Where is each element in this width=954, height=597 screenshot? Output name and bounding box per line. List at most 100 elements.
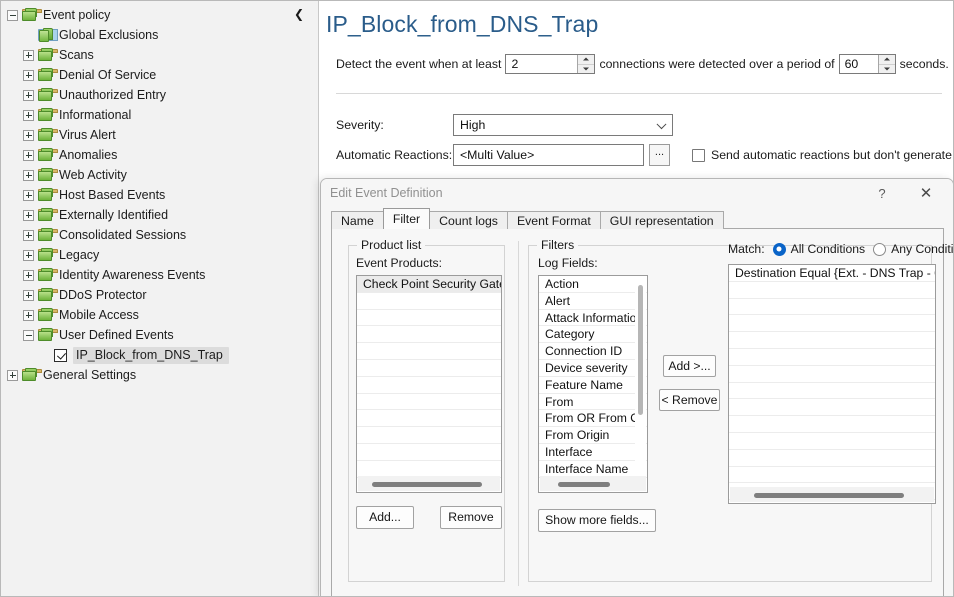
remove-condition-button[interactable]: < Remove [659, 389, 720, 411]
expand-icon[interactable] [23, 209, 34, 221]
list-item[interactable] [729, 399, 935, 417]
list-item[interactable] [357, 427, 501, 444]
list-item[interactable] [729, 349, 935, 366]
list-item[interactable] [357, 326, 501, 344]
list-item[interactable] [729, 433, 935, 450]
automatic-reactions-browse-button[interactable]: ... [649, 144, 670, 166]
expand-icon[interactable] [23, 229, 34, 241]
list-item[interactable] [357, 293, 501, 310]
tree-item-legacy[interactable]: Legacy [1, 245, 318, 265]
list-item[interactable] [729, 282, 935, 299]
expand-icon[interactable] [23, 89, 34, 101]
tab-name[interactable]: Name [331, 211, 384, 229]
tree-item-ip-block-from-dns-trap[interactable]: IP_Block_from_DNS_Trap [1, 345, 318, 365]
expand-icon[interactable] [23, 49, 34, 61]
scroll-thumb[interactable] [372, 482, 482, 487]
expand-icon[interactable] [23, 249, 34, 261]
list-item[interactable]: Connection ID [539, 343, 647, 360]
log-fields-listbox[interactable]: Action Alert Attack Information Category Con… [538, 275, 648, 493]
tree-item-consolidated-sessions[interactable]: Consolidated Sessions [1, 225, 318, 245]
list-item[interactable]: Interface [539, 444, 647, 461]
tree-item-informational[interactable]: Informational [1, 105, 318, 125]
suppress-event-checkbox[interactable] [692, 148, 705, 162]
tree-item-general-settings[interactable]: General Settings [1, 365, 318, 385]
expand-icon[interactable] [23, 69, 34, 81]
tree-item-ddos-protector[interactable]: DDoS Protector [1, 285, 318, 305]
conditions-listbox[interactable]: Destination Equal {Ext. - DNS Trap - 62.… [728, 264, 936, 504]
tree-item-event-policy[interactable]: Event policy [1, 5, 318, 25]
list-item[interactable]: Destination Equal {Ext. - DNS Trap - 62.… [729, 265, 935, 282]
tree-item-denial-of-service[interactable]: Denial Of Service [1, 65, 318, 85]
conditions-hscrollbar[interactable] [730, 487, 934, 502]
tab-count-logs[interactable]: Count logs [429, 211, 508, 229]
list-item[interactable] [729, 299, 935, 316]
add-condition-button[interactable]: Add >... [663, 355, 716, 377]
suppress-event-checkbox-row[interactable]: Send automatic reactions but don't gener… [692, 148, 953, 162]
list-item[interactable]: Check Point Security Gate... [357, 276, 501, 293]
list-item[interactable]: Device severity [539, 360, 647, 377]
expand-icon[interactable] [23, 109, 34, 121]
connection-count-spin-buttons[interactable] [577, 55, 595, 73]
tree-item-unauthorized-entry[interactable]: Unauthorized Entry [1, 85, 318, 105]
match-all-conditions-radio[interactable] [772, 242, 786, 256]
list-item[interactable] [729, 450, 935, 467]
period-seconds-spin-buttons[interactable] [877, 55, 895, 74]
list-item[interactable] [357, 394, 501, 411]
tree-item-host-based-events[interactable]: Host Based Events [1, 185, 318, 205]
match-any-condition-radio[interactable] [873, 242, 887, 256]
scroll-thumb[interactable] [558, 482, 610, 487]
product-remove-button[interactable]: Remove [440, 506, 502, 529]
log-fields-hscrollbar[interactable] [540, 476, 646, 491]
list-item[interactable] [357, 377, 501, 394]
connection-count-stepper[interactable]: 2 [505, 54, 596, 74]
show-more-fields-button[interactable]: Show more fields... [538, 509, 656, 532]
list-item[interactable] [357, 360, 501, 377]
expand-icon[interactable] [23, 289, 34, 301]
list-item[interactable]: Category [539, 326, 647, 344]
expand-icon[interactable] [23, 309, 34, 321]
scroll-thumb[interactable] [754, 493, 904, 498]
list-item[interactable]: Attack Information [539, 310, 647, 327]
list-item[interactable]: From [539, 394, 647, 411]
match-any-condition-label[interactable]: Any Condition [891, 242, 953, 256]
connection-count-value[interactable]: 2 [506, 55, 578, 73]
scroll-thumb[interactable] [638, 285, 643, 415]
event-products-listbox[interactable]: Check Point Security Gate... [356, 275, 502, 493]
event-enabled-checkbox[interactable] [54, 348, 67, 362]
period-seconds-stepper[interactable]: 60 [838, 54, 896, 74]
product-add-button[interactable]: Add... [356, 506, 414, 529]
list-item[interactable]: From Origin [539, 427, 647, 444]
tree-item-scans[interactable]: Scans [1, 45, 318, 65]
spin-down-icon[interactable] [879, 65, 895, 74]
spin-up-icon[interactable] [878, 55, 895, 65]
expand-icon[interactable] [23, 149, 34, 161]
automatic-reactions-field[interactable]: <Multi Value> [453, 144, 644, 166]
tab-gui-representation[interactable]: GUI representation [599, 211, 724, 229]
tree-item-user-defined-events[interactable]: User Defined Events [1, 325, 318, 345]
list-item[interactable]: Action [539, 276, 647, 293]
list-item[interactable]: From OR From Orig [539, 410, 647, 428]
help-icon[interactable]: ? [871, 183, 893, 205]
expand-icon[interactable] [23, 189, 34, 201]
tree-item-virus-alert[interactable]: Virus Alert [1, 125, 318, 145]
tree-item-externally-identified[interactable]: Externally Identified [1, 205, 318, 225]
list-item[interactable] [729, 332, 935, 349]
tree-item-global-exclusions[interactable]: Global Exclusions [1, 25, 318, 45]
severity-select[interactable]: High [453, 114, 673, 136]
tree-item-anomalies[interactable]: Anomalies [1, 145, 318, 165]
list-item[interactable] [729, 383, 935, 400]
tab-filter[interactable]: Filter [382, 208, 431, 229]
collapse-icon[interactable] [7, 9, 18, 21]
list-item[interactable] [357, 444, 501, 461]
list-item[interactable] [729, 416, 935, 433]
list-item[interactable] [357, 343, 501, 360]
list-item[interactable] [357, 410, 501, 428]
list-item[interactable]: Alert [539, 293, 647, 310]
expand-icon[interactable] [23, 129, 34, 141]
event-products-hscrollbar[interactable] [358, 476, 500, 491]
expand-icon[interactable] [7, 369, 18, 381]
list-item[interactable] [357, 310, 501, 327]
list-item[interactable]: Feature Name [539, 377, 647, 394]
tree-item-mobile-access[interactable]: Mobile Access [1, 305, 318, 325]
expand-icon[interactable] [23, 269, 34, 281]
